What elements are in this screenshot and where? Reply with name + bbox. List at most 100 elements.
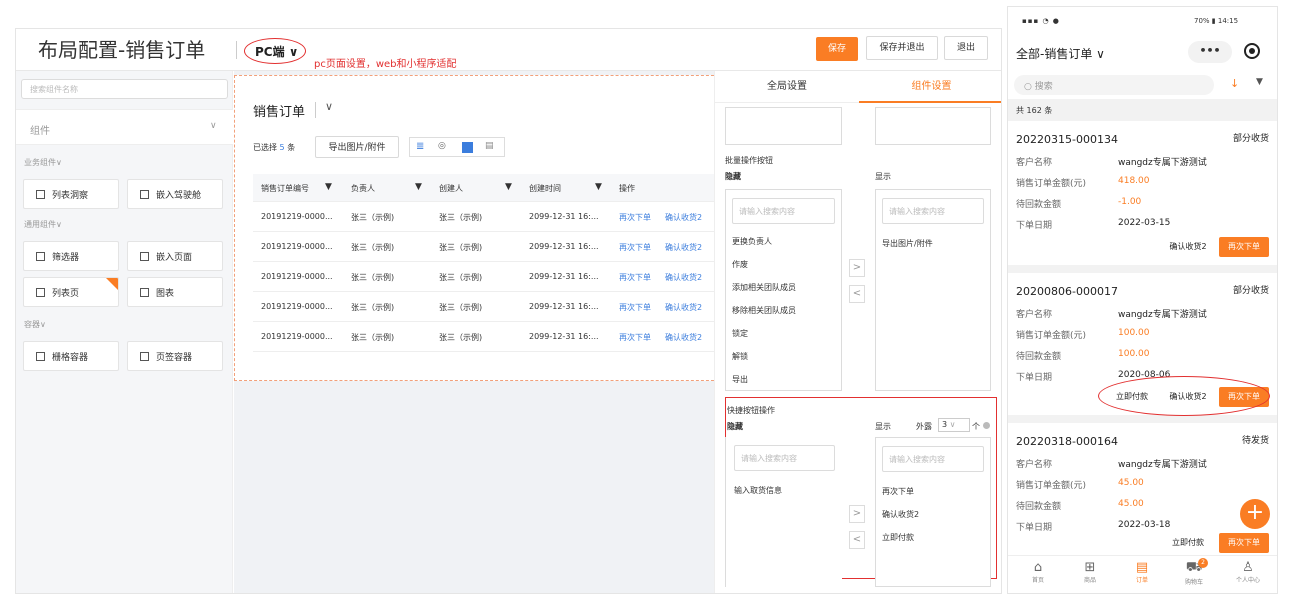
table-row[interactable]: 20191219-0000... 张三（示例) 张三（示例) 2099-12-31 1… — [253, 292, 725, 322]
view-switcher: ≣ ◎ ▤ — [409, 137, 505, 157]
batch-hidden-list: 请输入搜索内容 更换负责人作废添加相关团队成员 移除相关团队成员 锁定解锁导出 — [725, 189, 842, 391]
order-action-button[interactable]: 确认收货2 — [1163, 237, 1213, 257]
comp-embed-cockpit[interactable]: 嵌入驾驶舱 — [127, 179, 223, 209]
row-action-link[interactable]: 确认收货2 — [665, 302, 702, 313]
filter-icon[interactable]: ▼ — [415, 182, 422, 192]
row-action-link[interactable]: 确认收货2 — [665, 272, 702, 283]
comp-tab-container[interactable]: 页签容器 — [127, 341, 223, 371]
move-left-icon[interactable]: < — [849, 285, 865, 303]
group-business[interactable]: 业务组件∨ — [24, 157, 62, 168]
quick-show-item[interactable]: 立即付款 — [882, 532, 914, 543]
table-cell: 张三（示例) — [351, 273, 395, 282]
exit-button[interactable]: 退出 — [944, 36, 988, 60]
quick-show-item[interactable]: 确认收货2 — [882, 509, 919, 520]
export-image-button[interactable]: 导出图片/附件 — [315, 136, 399, 158]
nav-orders[interactable]: ▤ 订单 — [1122, 560, 1162, 584]
settings-panel: 全局设置 组件设置 批量操作按钮 隐藏 显示 请输入搜索内容 更换负责人 作废 添加… — [714, 71, 1001, 593]
batch-hidden-item[interactable]: 作废 — [732, 259, 748, 270]
batch-hidden-item[interactable]: 添加相关团队成员 — [732, 282, 796, 293]
batch-show-search[interactable]: 请输入搜索内容 — [882, 198, 984, 224]
row-action-link[interactable]: 再次下单 — [619, 302, 651, 313]
nav-goods[interactable]: ⊞ 商品 — [1070, 560, 1110, 584]
move-left-icon[interactable]: < — [849, 531, 865, 549]
move-right-icon[interactable]: > — [849, 505, 865, 523]
nav-cart[interactable]: ⛟ 购物车 — [1174, 560, 1214, 586]
quick-hidden-item[interactable]: 输入取货信息 — [734, 485, 782, 496]
batch-hidden-item[interactable]: 锁定 — [732, 328, 748, 339]
order-action-button[interactable]: 再次下单 — [1219, 533, 1269, 553]
card-view-icon[interactable] — [462, 142, 473, 153]
batch-hidden-search[interactable]: 请输入搜索内容 — [732, 198, 835, 224]
table-row[interactable]: 20191219-0000... 张三（示例) 张三（示例) 2099-12-31 1… — [253, 232, 725, 262]
table-header: 销售订单编号 ▼ 负责人 ▼ 创建人 ▼ 创建时间 ▼ 操作 — [253, 174, 725, 202]
table-cell: 2099-12-31 16:... — [529, 332, 599, 341]
target-icon[interactable] — [1244, 43, 1260, 59]
filter-icon[interactable]: ▼ — [325, 182, 332, 192]
outside-count-select[interactable]: 3 ∨ — [938, 418, 970, 432]
comp-list-insight[interactable]: 列表洞察 — [23, 179, 119, 209]
comp-grid-container[interactable]: 栅格容器 — [23, 341, 119, 371]
quick-show-item[interactable]: 再次下单 — [882, 486, 914, 497]
filter-icon[interactable]: ▼ — [595, 182, 602, 192]
row-action-link[interactable]: 确认收货2 — [665, 332, 702, 343]
comp-embed-page[interactable]: 嵌入页面 — [127, 241, 223, 271]
help-icon[interactable] — [983, 422, 990, 429]
platform-select[interactable]: PC端 ∨ — [244, 38, 306, 64]
comp-filter[interactable]: 筛选器 — [23, 241, 119, 271]
component-search-input[interactable]: 搜索组件名称 — [21, 79, 228, 99]
filter-icon[interactable]: ▼ — [1256, 77, 1263, 87]
list-component-preview[interactable]: 销售订单 ∨ 已选择 5 条 导出图片/附件 ≣ ◎ ▤ 销售订单编号 ▼ 负责… — [234, 75, 725, 381]
search-icon: ○ — [1024, 82, 1032, 92]
quick-hidden-search[interactable]: 请输入搜索内容 — [734, 445, 835, 471]
row-action-link[interactable]: 再次下单 — [619, 242, 651, 253]
field-value: wangdz专属下游测试 — [1118, 310, 1207, 320]
move-right-icon[interactable]: > — [849, 259, 865, 277]
order-action-button[interactable]: 立即付款 — [1163, 533, 1213, 553]
quick-show-search[interactable]: 请输入搜索内容 — [882, 446, 984, 472]
filter-icon[interactable]: ▼ — [505, 182, 512, 192]
globe-view-icon[interactable]: ◎ — [438, 141, 446, 151]
batch-hidden-item[interactable]: 移除相关团队成员 — [732, 305, 796, 316]
calendar-view-icon[interactable]: ▤ — [485, 141, 494, 151]
row-action-link[interactable]: 再次下单 — [619, 332, 651, 343]
comp-list-page[interactable]: 列表页 — [23, 277, 119, 307]
save-button[interactable]: 保存 — [816, 37, 858, 61]
order-card[interactable]: 20220318-000164 待发货 客户名称 wangdz专属下游测试 销售订单金额… — [1008, 423, 1277, 561]
mobile-preview: ▪▪▪ ◔ ● 70% ▮ 14:15 全部-销售订单 ∨ ••• ○ 搜索 ↓… — [1007, 6, 1278, 594]
order-card[interactable]: 20220315-000134 部分收货 客户名称 wangdz专属下游测试 销售订单金… — [1008, 121, 1277, 265]
order-action-button[interactable]: 再次下单 — [1219, 237, 1269, 257]
batch-hidden-item[interactable]: 解锁 — [732, 351, 748, 362]
component-icon — [36, 288, 45, 297]
row-action-link[interactable]: 再次下单 — [619, 212, 651, 223]
group-container[interactable]: 容器∨ — [24, 319, 46, 330]
comp-chart[interactable]: 图表 — [127, 277, 223, 307]
component-panel: 搜索组件名称 组件 ∨ 业务组件∨ 列表洞察 嵌入驾驶舱 通用组件∨ 筛选器 嵌… — [16, 71, 233, 593]
tab-global-settings[interactable]: 全局设置 — [715, 71, 859, 103]
add-icon[interactable]: + — [1240, 499, 1270, 529]
save-exit-button[interactable]: 保存并退出 — [866, 36, 938, 60]
table-row[interactable]: 20191219-0000... 张三（示例) 张三（示例) 2099-12-31 1… — [253, 202, 725, 232]
row-action-link[interactable]: 确认收货2 — [665, 242, 702, 253]
table-row[interactable]: 20191219-0000... 张三（示例) 张三（示例) 2099-12-31 1… — [253, 262, 725, 292]
chevron-down-icon[interactable]: ∨ — [325, 100, 333, 113]
group-general[interactable]: 通用组件∨ — [24, 219, 62, 230]
row-action-link[interactable]: 确认收货2 — [665, 212, 702, 223]
field-label: 销售订单金额(元) — [1016, 481, 1087, 491]
nav-profile[interactable]: ♙ 个人中心 — [1226, 560, 1270, 584]
table-cell: 20191219-0000... — [261, 302, 333, 311]
row-action-link[interactable]: 再次下单 — [619, 272, 651, 283]
more-icon[interactable]: ••• — [1188, 41, 1232, 63]
tab-component-settings[interactable]: 组件设置 — [859, 71, 1001, 103]
nav-home[interactable]: ⌂ 首页 — [1018, 560, 1058, 584]
component-dropdown[interactable]: 组件 ∨ — [16, 109, 233, 145]
sort-icon[interactable]: ↓ — [1230, 77, 1239, 90]
phone-title[interactable]: 全部-销售订单 ∨ — [1016, 45, 1105, 62]
list-view-icon[interactable]: ≣ — [416, 141, 424, 152]
order-number: 20200806-000017 — [1016, 285, 1118, 298]
phone-search-input[interactable]: ○ 搜索 — [1014, 75, 1214, 95]
total-count: 共 162 条 — [1016, 106, 1053, 115]
table-row[interactable]: 20191219-0000... 张三（示例) 张三（示例) 2099-12-31 1… — [253, 322, 725, 352]
batch-show-item[interactable]: 导出图片/附件 — [882, 238, 933, 249]
batch-hidden-item[interactable]: 更换负责人 — [732, 236, 772, 247]
batch-hidden-item[interactable]: 导出 — [732, 374, 748, 385]
